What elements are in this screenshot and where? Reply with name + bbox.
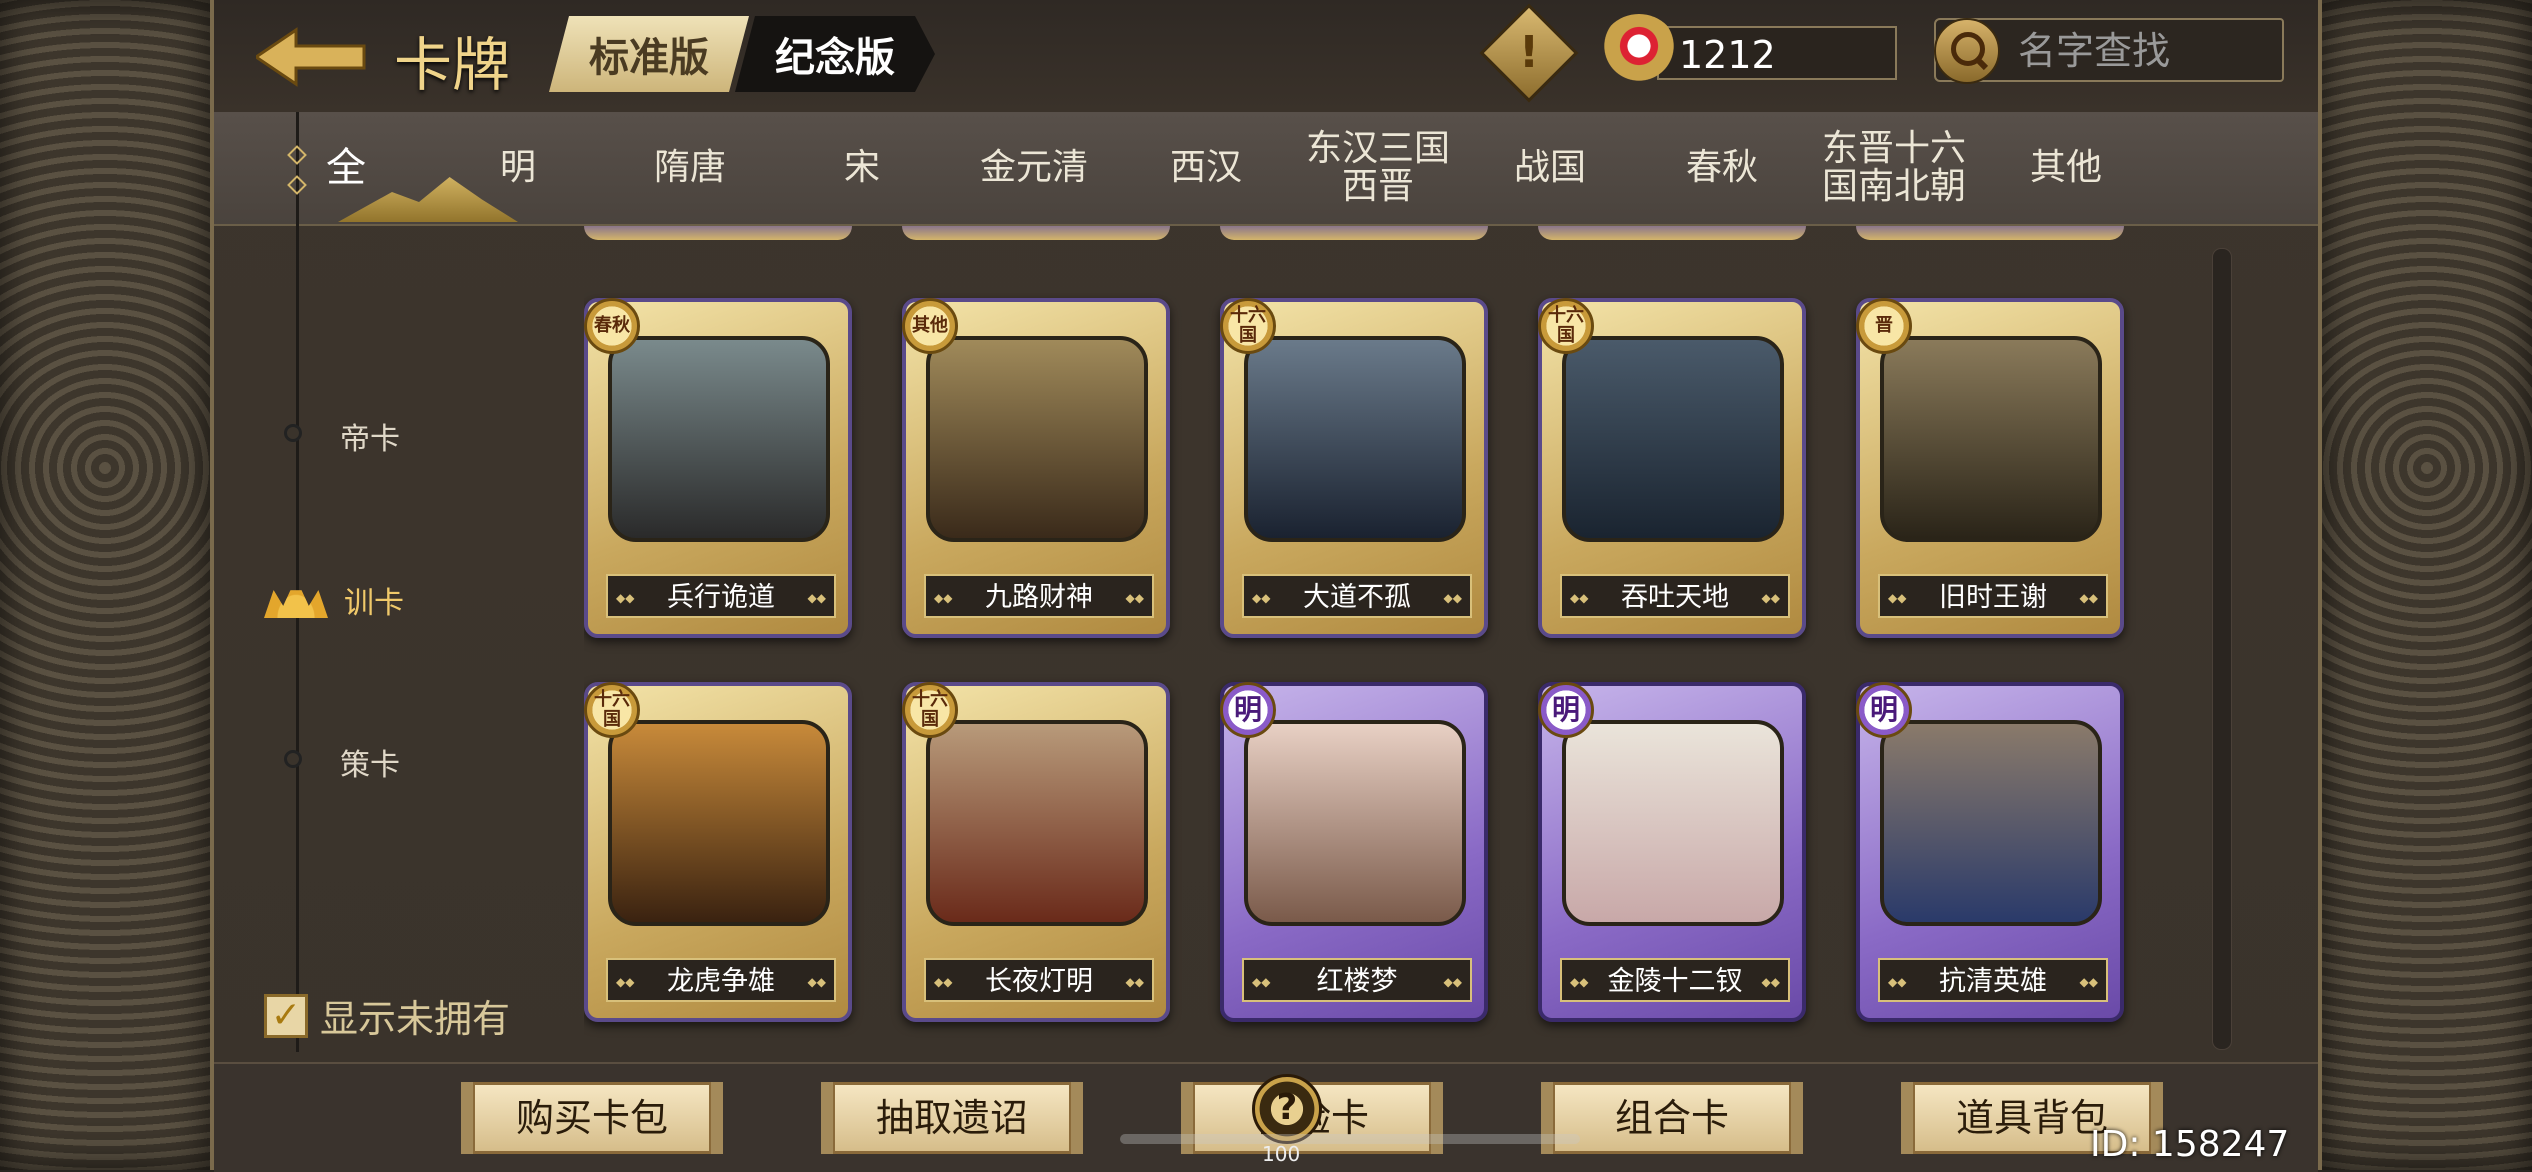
search-icon[interactable] (1934, 18, 2000, 84)
top-bar: 卡牌 标准版 纪念版 ! 1212 (214, 0, 2318, 112)
dynasty-badge: 十六国 (1538, 298, 1594, 354)
alert-icon[interactable]: ! (1479, 3, 1579, 103)
feather-token-icon (1599, 14, 1679, 94)
tab-dynasty-jinyuanqing[interactable]: 金元清 (948, 112, 1120, 224)
card-name: 旧时王谢 (1878, 574, 2108, 620)
card-portrait (1244, 336, 1466, 542)
card-portrait (1244, 720, 1466, 926)
show-unowned-toggle[interactable]: ✓ 显示未拥有 (264, 988, 510, 1043)
card-item[interactable]: 十六国 长夜灯明 (902, 682, 1170, 1022)
dynasty-badge: 春秋 (584, 298, 640, 354)
card-item[interactable]: 其他 九路财神 (902, 298, 1170, 638)
card-portrait (926, 336, 1148, 542)
tab-dynasty-dongjin[interactable]: 东晋十六 国南北朝 (1808, 112, 1980, 224)
currency-value: 1212 (1657, 26, 1897, 80)
card-portrait (608, 720, 830, 926)
dynasty-badge: 晋 (1856, 298, 1912, 354)
card-item[interactable]: 明 红楼梦 (1220, 682, 1488, 1022)
card-item[interactable]: 十六国 龙虎争雄 (584, 682, 852, 1022)
edict-token-count: 100 (1262, 1142, 1301, 1166)
card-portrait (1562, 720, 1784, 926)
card-partial-top (584, 226, 852, 240)
dynasty-badge: 其他 (902, 298, 958, 354)
dynasty-badge: 明 (1856, 682, 1912, 738)
tab-dynasty-song[interactable]: 宋 (776, 112, 948, 224)
card-partial-top (1538, 226, 1806, 240)
card-portrait (1562, 336, 1784, 542)
show-unowned-label: 显示未拥有 (320, 997, 511, 1041)
home-indicator[interactable] (1120, 1134, 1580, 1144)
tab-dynasty-donghan[interactable]: 东汉三国 西晋 (1292, 112, 1464, 224)
card-name: 吞吐天地 (1560, 574, 1790, 620)
card-grid: 春秋 兵行诡道 其他 九路财神 十六国 大道不孤 十六国 吞吐天地 晋 旧时王谢… (584, 226, 2384, 1048)
category-label: 训卡 (344, 586, 404, 621)
category-dot-icon (284, 750, 302, 768)
tab-standard-edition[interactable]: 标准版 (549, 16, 749, 92)
card-portrait (608, 336, 830, 542)
player-id: ID: 158247 (2090, 1124, 2290, 1165)
card-name: 长夜灯明 (924, 958, 1154, 1004)
edition-tabs: 标准版 纪念版 (549, 16, 935, 92)
card-name: 抗清英雄 (1878, 958, 2108, 1004)
dynasty-badge: 十六国 (902, 682, 958, 738)
card-partial-top (1856, 226, 2124, 240)
tab-dynasty-suitang[interactable]: 隋唐 (604, 112, 776, 224)
combo-card-button[interactable]: 组合卡 (1541, 1082, 1803, 1154)
card-grid-scrollbar[interactable] (2212, 248, 2232, 1050)
search-box (1934, 18, 2284, 84)
category-label: 策卡 (340, 748, 400, 783)
dynasty-badge: 十六国 (1220, 298, 1276, 354)
card-item[interactable]: 十六国 吞吐天地 (1538, 298, 1806, 638)
draw-edict-button[interactable]: 抽取遗诏 (821, 1082, 1083, 1154)
card-partial-top (1220, 226, 1488, 240)
card-item[interactable]: 明 金陵十二钗 (1538, 682, 1806, 1022)
search-input[interactable] (2016, 20, 2280, 82)
dynasty-badge: 十六国 (584, 682, 640, 738)
tab-dynasty-zhanguo[interactable]: 战国 (1464, 112, 1636, 224)
checkbox-checked-icon[interactable]: ✓ (264, 993, 308, 1038)
card-portrait (1880, 336, 2102, 542)
card-name: 九路财神 (924, 574, 1154, 620)
dynasty-badge: 明 (1220, 682, 1276, 738)
category-label: 帝卡 (340, 422, 400, 457)
card-name: 龙虎争雄 (606, 958, 836, 1004)
tab-commemorative-edition[interactable]: 纪念版 (735, 16, 935, 92)
card-name: 金陵十二钗 (1560, 958, 1790, 1004)
card-partial-top (902, 226, 1170, 240)
card-collection-panel: 卡牌 标准版 纪念版 ! 1212 全 明 隋唐 宋 金元清 西汉 东汉三国 西… (210, 0, 2322, 1172)
card-portrait (1880, 720, 2102, 926)
card-portrait (926, 720, 1148, 926)
dynasty-filter-bar: 全 明 隋唐 宋 金元清 西汉 东汉三国 西晋 战国 春秋 东晋十六 国南北朝 … (214, 112, 2318, 226)
card-item[interactable]: 十六国 大道不孤 (1220, 298, 1488, 638)
dynasty-badge: 明 (1538, 682, 1594, 738)
buy-card-pack-button[interactable]: 购买卡包 (461, 1082, 723, 1154)
lotus-icon (264, 578, 328, 618)
back-arrow-icon[interactable] (253, 26, 366, 88)
card-name: 红楼梦 (1242, 958, 1472, 1004)
card-item[interactable]: 晋 旧时王谢 (1856, 298, 2124, 638)
left-dragon-decoration (0, 0, 210, 1170)
tab-dynasty-chunqiu[interactable]: 春秋 (1636, 112, 1808, 224)
tab-dynasty-other[interactable]: 其他 (1980, 112, 2152, 224)
tab-dynasty-xihan[interactable]: 西汉 (1120, 112, 1292, 224)
card-name: 大道不孤 (1242, 574, 1472, 620)
category-dot-icon (284, 424, 302, 442)
page-title: 卡牌 (394, 31, 511, 99)
card-item[interactable]: 明 抗清英雄 (1856, 682, 2124, 1022)
card-name: 兵行诡道 (606, 574, 836, 620)
card-item[interactable]: 春秋 兵行诡道 (584, 298, 852, 638)
